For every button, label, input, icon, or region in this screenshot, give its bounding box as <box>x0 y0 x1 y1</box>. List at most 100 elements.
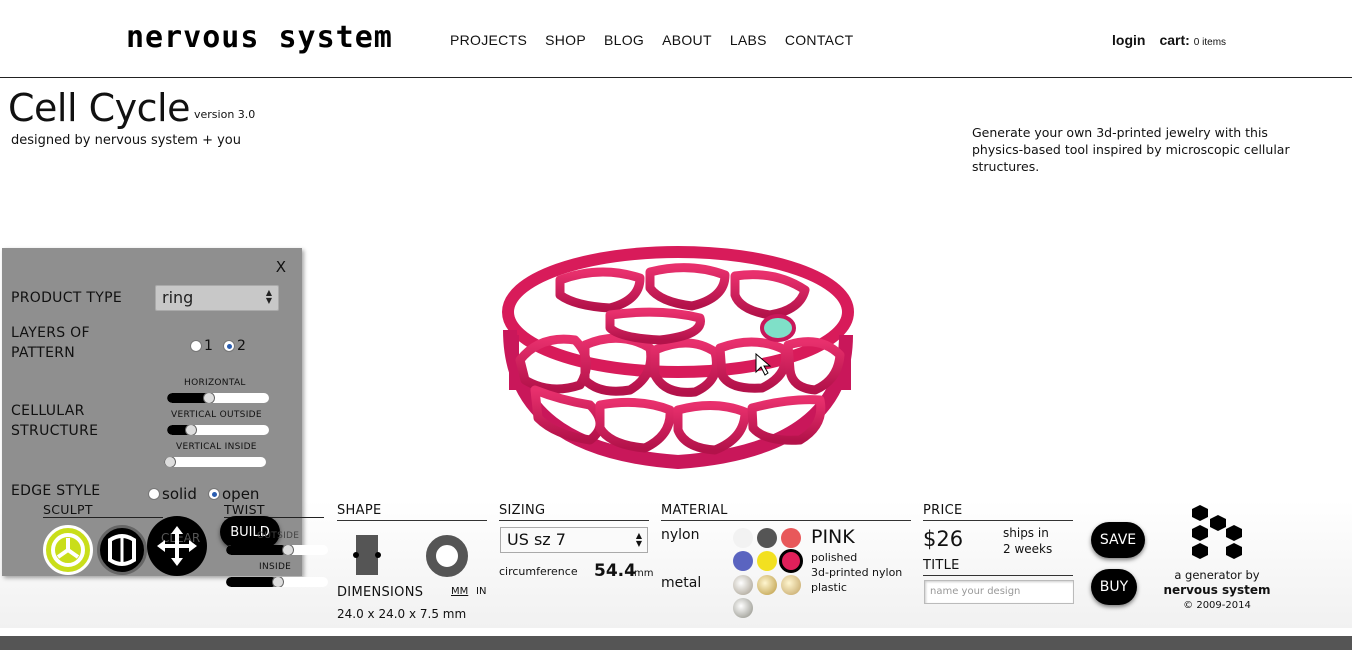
sculpt-bulge-icon <box>108 534 136 566</box>
shape-head: SHAPE <box>337 503 487 521</box>
version-label: version 3.0 <box>194 108 256 121</box>
unit-mm[interactable]: MM <box>451 586 468 597</box>
shipping-info: ships in 2 weeks <box>1003 525 1052 557</box>
slider-knob[interactable] <box>185 425 197 435</box>
swatch-blue[interactable] <box>733 551 753 571</box>
ring-3d-view[interactable] <box>500 240 860 470</box>
slider-horizontal[interactable] <box>167 393 269 403</box>
size-select[interactable]: US sz 7 ▲ ▼ <box>500 527 648 553</box>
credit-line-2[interactable]: nervous system <box>1162 583 1272 598</box>
buy-button[interactable]: BUY <box>1091 569 1137 605</box>
footer-bar <box>0 636 1352 650</box>
sizing-head: SIZING <box>499 503 649 521</box>
nav-about[interactable]: ABOUT <box>662 32 712 48</box>
slider-knob[interactable] <box>203 393 215 403</box>
sculpt-tool-1[interactable] <box>43 525 93 575</box>
edge-radio-open[interactable]: open <box>208 483 259 503</box>
radio-selected-icon[interactable] <box>208 487 220 500</box>
shape-ring-icon[interactable] <box>426 535 468 577</box>
swatch-yellow[interactable] <box>757 551 777 571</box>
size-select-value: US sz 7 <box>507 530 566 549</box>
ships-line-1: ships in <box>1003 526 1049 540</box>
swatch-metal-gold[interactable] <box>757 575 777 595</box>
price-amount: $26 <box>923 527 964 551</box>
edge-radio-solid[interactable]: solid <box>148 483 197 503</box>
slider-vertical-inside-caption: VERTICAL INSIDE <box>176 442 257 452</box>
title-head: TITLE <box>923 558 1073 576</box>
site-header: nervous system PROJECTS SHOP BLOG ABOUT … <box>0 0 1352 78</box>
swatch-white[interactable] <box>733 528 753 548</box>
material-desc-2: 3d-printed nylon <box>811 566 903 579</box>
nervous-system-hex-logo-icon[interactable] <box>1188 503 1246 563</box>
move-arrows-icon <box>157 526 197 566</box>
slider-fill <box>226 545 287 555</box>
sculpt-tool-2[interactable] <box>97 525 147 575</box>
credit-block: a generator by nervous system © 2009-201… <box>1162 568 1272 613</box>
circumference-unit: mm <box>634 568 654 579</box>
price-head: PRICE <box>923 503 1073 521</box>
edge-style-label: EDGE STYLE <box>11 483 101 499</box>
product-type-label: PRODUCT TYPE <box>11 290 122 306</box>
twist-inside-slider[interactable] <box>226 577 328 587</box>
radio-circle-icon[interactable] <box>148 487 160 500</box>
cart-count[interactable]: 0 items <box>1194 37 1226 48</box>
slider-knob[interactable] <box>164 457 176 467</box>
slider-knob[interactable] <box>282 545 294 555</box>
designed-by: designed by nervous system + you <box>11 133 242 148</box>
slider-vertical-outside[interactable] <box>167 425 269 435</box>
nav-shop[interactable]: SHOP <box>545 32 586 48</box>
swatch-metal-brass[interactable] <box>781 575 801 595</box>
dimensions-value: 24.0 x 24.0 x 7.5 mm <box>337 607 467 621</box>
material-desc-1: polished <box>811 551 858 564</box>
close-panel-button[interactable]: X <box>276 258 286 276</box>
main-nav: PROJECTS SHOP BLOG ABOUT LABS CONTACT <box>450 32 872 48</box>
layers-label-1: LAYERS OF <box>11 325 90 341</box>
slider-fill <box>226 577 277 587</box>
cart-link[interactable]: cart: <box>1159 32 1189 48</box>
swatch-dark-gray[interactable] <box>757 528 777 548</box>
slider-horizontal-caption: HORIZONTAL <box>184 378 246 388</box>
login-link[interactable]: login <box>1112 32 1145 48</box>
circumference-value: 54.4 <box>594 561 636 581</box>
design-name-input[interactable]: name your design <box>924 580 1074 604</box>
select-arrows-icon: ▲ ▼ <box>265 288 272 305</box>
twist-outside-slider[interactable] <box>226 545 328 555</box>
nav-labs[interactable]: LABS <box>730 32 767 48</box>
credit-line-3: © 2009-2014 <box>1183 600 1251 611</box>
unit-in[interactable]: IN <box>476 586 486 597</box>
ships-line-2: 2 weeks <box>1003 542 1053 556</box>
material-description: polished 3d-printed nylon plastic <box>811 550 902 595</box>
material-desc-3: plastic <box>811 581 847 594</box>
material-head: MATERIAL <box>661 503 911 521</box>
sculpt-tri-icon <box>51 533 85 567</box>
ring-render[interactable] <box>500 240 860 470</box>
account-links: login cart: 0 items <box>1112 32 1226 48</box>
radio-circle-icon[interactable] <box>190 339 202 352</box>
cellular-label-1: CELLULAR <box>11 403 85 419</box>
radio-selected-icon[interactable] <box>223 339 235 352</box>
swatch-coral[interactable] <box>781 528 801 548</box>
slider-knob[interactable] <box>272 577 284 587</box>
swatch-metal-silver[interactable] <box>733 575 753 595</box>
dimensions-label: DIMENSIONS <box>337 585 424 600</box>
twist-outside-caption: OUTSIDE <box>257 531 300 541</box>
cellular-label-2: STRUCTURE <box>11 423 99 439</box>
site-logo[interactable]: nervous system <box>126 20 393 55</box>
swatch-metal-steel[interactable] <box>733 598 753 618</box>
sculpt-tool-3[interactable]: CLEAR <box>147 516 207 576</box>
nav-contact[interactable]: CONTACT <box>785 32 854 48</box>
select-arrows-icon: ▲ ▼ <box>635 531 642 548</box>
circumference-label: circumference <box>499 565 578 578</box>
design-panel: X PRODUCT TYPE ring ▲ ▼ LAYERS OF PATTERN… <box>2 248 328 587</box>
material-name: PINK <box>811 526 855 548</box>
credit-line-1: a generator by <box>1174 568 1260 582</box>
layers-radio-1[interactable]: 1 <box>190 335 213 354</box>
layers-radio-2[interactable]: 2 <box>223 335 246 354</box>
nav-projects[interactable]: PROJECTS <box>450 32 527 48</box>
slider-vertical-inside[interactable] <box>164 457 266 467</box>
swatch-pink-selected[interactable] <box>779 549 803 573</box>
product-type-select[interactable]: ring ▲ ▼ <box>155 285 279 311</box>
save-button[interactable]: SAVE <box>1091 522 1145 558</box>
shape-bar-icon[interactable] <box>353 535 381 575</box>
nav-blog[interactable]: BLOG <box>604 32 644 48</box>
